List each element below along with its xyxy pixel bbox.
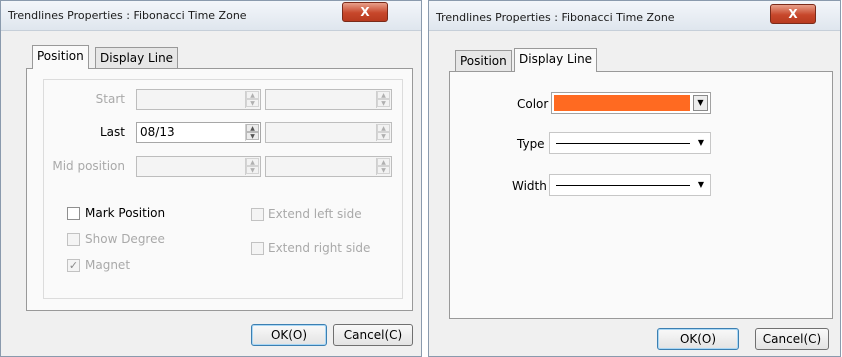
close-button[interactable]: X [342, 2, 388, 22]
spin-down-icon: ▼ [377, 132, 390, 140]
last-date-spinner[interactable]: 08/13 ▲ ▼ [136, 122, 261, 143]
spinner-arrows: ▲ ▼ [245, 91, 259, 108]
ok-label: OK(O) [270, 328, 308, 342]
spin-down-icon: ▼ [246, 99, 259, 107]
spin-up-icon: ▲ [377, 124, 390, 132]
tab-label: Display Line [100, 51, 174, 65]
last-value: 08/13 [140, 125, 175, 139]
magnet-label: Magnet [85, 258, 131, 272]
spin-down-icon: ▼ [377, 166, 390, 174]
last-label: Last [100, 125, 125, 139]
dropdown-arrow-icon[interactable]: ▼ [693, 95, 708, 111]
tab-position[interactable]: Position [32, 45, 89, 69]
start-time-spinner: ▲ ▼ [265, 89, 392, 110]
close-icon: X [360, 5, 370, 19]
position-dialog: Trendlines Properties : Fibonacci Time Z… [0, 0, 422, 357]
cancel-label: Cancel(C) [762, 332, 822, 346]
color-label: Color [517, 97, 549, 111]
display-line-panel: Color ▼ Type ▼ Width ▼ [449, 71, 833, 319]
window-title: Trendlines Properties : Fibonacci Time Z… [436, 11, 675, 24]
width-label: Width [512, 179, 547, 193]
tab-display-line[interactable]: Display Line [514, 48, 598, 72]
spin-up-icon: ▲ [246, 158, 259, 166]
spin-down-icon: ▼ [377, 99, 390, 107]
extend-right-checkbox [251, 242, 264, 255]
spinner-arrows: ▲ ▼ [376, 91, 390, 108]
type-label: Type [517, 137, 545, 151]
close-icon: X [788, 7, 798, 21]
ok-button[interactable]: OK(O) [251, 324, 327, 346]
start-date-spinner: ▲ ▼ [136, 89, 261, 110]
tab-position[interactable]: Position [455, 50, 512, 72]
dropdown-arrow-icon[interactable]: ▼ [698, 180, 704, 189]
spinner-arrows: ▲ ▼ [376, 158, 390, 175]
position-panel: Start ▲ ▼ ▲ ▼ Last 08/13 ▲ ▼ ▲ ▼ Mid pos… [26, 68, 413, 311]
title-bar: Trendlines Properties : Fibonacci Time Z… [1, 1, 421, 31]
extend-left-checkbox [251, 208, 264, 221]
spin-up-icon: ▲ [246, 91, 259, 99]
cancel-button[interactable]: Cancel(C) [755, 328, 829, 350]
cancel-label: Cancel(C) [343, 328, 403, 342]
cancel-button[interactable]: Cancel(C) [333, 324, 413, 346]
line-width-sample [556, 185, 690, 186]
tab-display-line[interactable]: Display Line [95, 47, 179, 69]
show-degree-checkbox [67, 233, 80, 246]
spin-down-icon: ▼ [246, 166, 259, 174]
mark-position-label[interactable]: Mark Position [85, 206, 165, 220]
mid-date-spinner: ▲ ▼ [136, 156, 261, 177]
show-degree-label: Show Degree [85, 232, 165, 246]
spinner-arrows: ▲ ▼ [245, 124, 259, 141]
position-inner-panel: Start ▲ ▼ ▲ ▼ Last 08/13 ▲ ▼ ▲ ▼ Mid pos… [43, 79, 403, 299]
tab-label: Position [460, 54, 507, 68]
tab-label: Display Line [519, 52, 593, 66]
spin-up-icon[interactable]: ▲ [246, 124, 259, 132]
start-label: Start [95, 92, 125, 106]
extend-right-label: Extend right side [268, 241, 371, 255]
magnet-checkbox: ✓ [67, 259, 80, 272]
close-button[interactable]: X [770, 4, 816, 24]
line-width-combo[interactable]: ▼ [549, 174, 711, 196]
last-time-spinner: ▲ ▼ [265, 122, 392, 143]
ok-label: OK(O) [679, 332, 717, 346]
window-title: Trendlines Properties : Fibonacci Time Z… [8, 9, 247, 22]
spin-up-icon: ▲ [377, 91, 390, 99]
ok-button[interactable]: OK(O) [657, 328, 739, 350]
spinner-arrows: ▲ ▼ [376, 124, 390, 141]
line-type-combo[interactable]: ▼ [549, 132, 711, 154]
spin-up-icon: ▲ [377, 158, 390, 166]
mid-position-label: Mid position [52, 159, 125, 173]
mark-position-checkbox[interactable] [67, 207, 80, 220]
spin-down-icon[interactable]: ▼ [246, 132, 259, 140]
display-line-dialog: Trendlines Properties : Fibonacci Time Z… [428, 0, 841, 357]
color-dropdown[interactable]: ▼ [551, 92, 711, 114]
extend-left-label: Extend left side [268, 207, 362, 221]
tab-label: Position [37, 49, 84, 63]
spinner-arrows: ▲ ▼ [245, 158, 259, 175]
check-icon: ✓ [68, 259, 79, 272]
title-bar: Trendlines Properties : Fibonacci Time Z… [429, 1, 840, 31]
line-type-sample [556, 143, 690, 144]
dropdown-arrow-icon[interactable]: ▼ [698, 138, 704, 147]
color-swatch [554, 95, 690, 111]
mid-time-spinner: ▲ ▼ [265, 156, 392, 177]
